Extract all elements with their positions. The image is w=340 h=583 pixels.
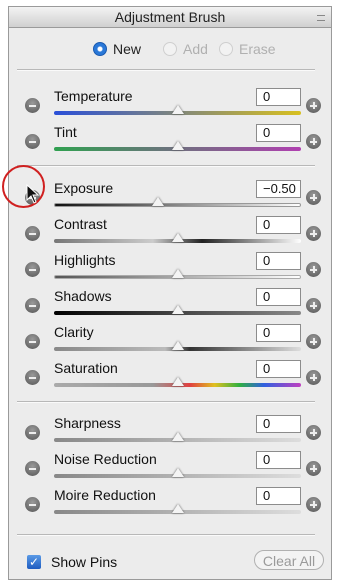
slider-label: Tint — [54, 124, 77, 140]
slider-thumb[interactable] — [171, 432, 184, 441]
slider-row-sharpness: Sharpness 0 — [9, 413, 331, 449]
show-pins-label[interactable]: Show Pins — [51, 554, 117, 570]
mouse-cursor-icon — [26, 184, 40, 204]
plus-icon[interactable] — [306, 262, 321, 277]
slider-label: Exposure — [54, 180, 114, 196]
minus-icon[interactable] — [25, 334, 40, 349]
divider — [17, 69, 315, 71]
plus-icon[interactable] — [306, 98, 321, 113]
mode-add[interactable]: Add — [163, 41, 208, 57]
divider — [17, 534, 315, 536]
slider-label: Sharpness — [54, 415, 121, 431]
slider-row-noise-reduction: Noise Reduction 0 — [9, 449, 331, 485]
slider-thumb[interactable] — [171, 269, 184, 278]
slider-row-highlights: Highlights 0 — [9, 250, 331, 286]
mode-erase-radio[interactable] — [219, 42, 233, 56]
slider-label: Highlights — [54, 252, 116, 268]
mode-add-label: Add — [183, 41, 208, 57]
minus-icon[interactable] — [25, 425, 40, 440]
minus-icon[interactable] — [25, 461, 40, 476]
slider-thumb[interactable] — [171, 141, 184, 150]
plus-icon[interactable] — [306, 226, 321, 241]
divider — [17, 165, 315, 167]
panel-footer: ✓ Show Pins Clear All — [9, 545, 331, 579]
slider-thumb[interactable] — [171, 468, 184, 477]
slider-value-field[interactable]: 0 — [256, 360, 301, 378]
slider-value-field[interactable]: 0 — [256, 487, 301, 505]
slider-row-saturation: Saturation 0 — [9, 358, 331, 394]
slider-thumb[interactable] — [171, 105, 184, 114]
minus-icon[interactable] — [25, 262, 40, 277]
mode-new[interactable]: New — [93, 41, 141, 57]
mode-new-radio[interactable] — [93, 42, 107, 56]
plus-icon[interactable] — [306, 370, 321, 385]
slider-value-field[interactable]: 0 — [256, 124, 301, 142]
panel-title-text: Adjustment Brush — [114, 9, 226, 25]
plus-icon[interactable] — [306, 425, 321, 440]
slider-label: Moire Reduction — [54, 487, 156, 503]
slider-value-field[interactable]: 0 — [256, 216, 301, 234]
plus-icon[interactable] — [306, 497, 321, 512]
brush-mode-group: New Add Erase — [9, 39, 331, 59]
slider-value-field[interactable]: −0.50 — [256, 180, 301, 198]
slider-row-moire-reduction: Moire Reduction 0 — [9, 485, 331, 521]
adjustment-brush-panel: Adjustment Brush New Add Erase Temperatu… — [8, 6, 332, 580]
slider-label: Noise Reduction — [54, 451, 157, 467]
slider-label: Shadows — [54, 288, 112, 304]
minus-icon[interactable] — [25, 226, 40, 241]
slider-value-field[interactable]: 0 — [256, 451, 301, 469]
plus-icon[interactable] — [306, 461, 321, 476]
mode-add-radio[interactable] — [163, 42, 177, 56]
slider-value-field[interactable]: 0 — [256, 88, 301, 106]
minus-icon[interactable] — [25, 98, 40, 113]
mode-erase[interactable]: Erase — [219, 41, 276, 57]
slider-row-tint: Tint 0 — [9, 122, 331, 158]
slider-row-exposure: Exposure −0.50 — [9, 178, 331, 214]
slider-label: Temperature — [54, 88, 133, 104]
slider-thumb[interactable] — [171, 305, 184, 314]
plus-icon[interactable] — [306, 298, 321, 313]
plus-icon[interactable] — [306, 334, 321, 349]
slider-row-shadows: Shadows 0 — [9, 286, 331, 322]
slider-thumb[interactable] — [171, 341, 184, 350]
plus-icon[interactable] — [306, 190, 321, 205]
slider-thumb[interactable] — [171, 504, 184, 513]
slider-label: Saturation — [54, 360, 118, 376]
slider-thumb[interactable] — [171, 377, 184, 386]
panel-menu-grip-icon[interactable] — [317, 15, 325, 21]
slider-row-contrast: Contrast 0 — [9, 214, 331, 250]
show-pins-checkbox[interactable]: ✓ — [27, 555, 41, 569]
plus-icon[interactable] — [306, 134, 321, 149]
minus-icon[interactable] — [25, 298, 40, 313]
divider — [17, 401, 315, 403]
minus-icon[interactable] — [25, 370, 40, 385]
slider-label: Contrast — [54, 216, 107, 232]
slider-value-field[interactable]: 0 — [256, 415, 301, 433]
clear-all-button[interactable]: Clear All — [254, 550, 324, 570]
slider-track[interactable] — [54, 203, 301, 207]
slider-value-field[interactable]: 0 — [256, 288, 301, 306]
slider-row-temperature: Temperature 0 — [9, 86, 331, 122]
minus-icon[interactable] — [25, 497, 40, 512]
mode-new-label: New — [113, 41, 142, 57]
slider-row-clarity: Clarity 0 — [9, 322, 331, 358]
slider-thumb[interactable] — [171, 233, 184, 242]
minus-icon[interactable] — [25, 134, 40, 149]
slider-thumb[interactable] — [151, 197, 164, 206]
slider-label: Clarity — [54, 324, 94, 340]
slider-value-field[interactable]: 0 — [256, 324, 301, 342]
mode-erase-label: Erase — [239, 41, 276, 57]
slider-value-field[interactable]: 0 — [256, 252, 301, 270]
panel-title: Adjustment Brush — [9, 7, 331, 28]
